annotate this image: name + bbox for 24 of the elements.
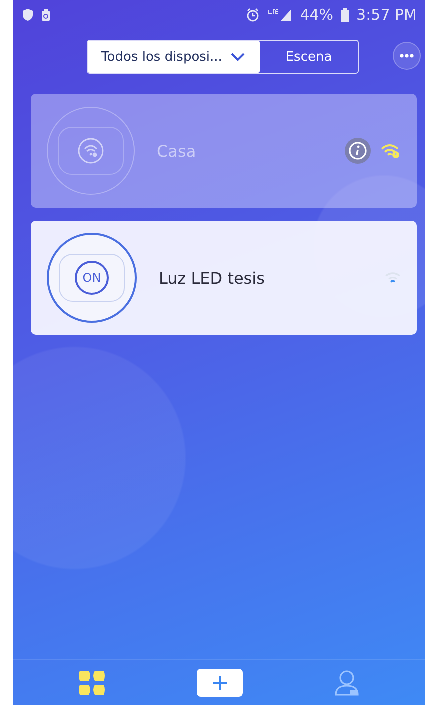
device-card[interactable]: ON Luz LED tesis	[31, 221, 417, 335]
chevron-down-icon	[230, 52, 246, 62]
alarm-icon	[246, 8, 260, 22]
clock-time: 3:57 PM	[356, 6, 417, 24]
device-name: Casa	[157, 142, 198, 160]
battery-percent: 44%	[300, 6, 334, 24]
lte-signal-icon	[267, 8, 294, 22]
power-switch[interactable]: ON	[47, 233, 137, 323]
four-petal-icon[interactable]	[78, 668, 106, 696]
shield-icon	[22, 8, 34, 22]
person-icon[interactable]	[334, 668, 360, 696]
device-name: Luz LED tesis	[159, 268, 266, 288]
more-button[interactable]	[393, 42, 421, 70]
info-icon[interactable]	[345, 138, 371, 164]
ellipsis-icon	[400, 54, 414, 58]
plus-icon	[212, 674, 228, 690]
add-button[interactable]	[196, 668, 243, 696]
clipboard-icon	[41, 8, 51, 22]
wifi-signal-icon	[385, 272, 401, 284]
scene-tab[interactable]: Escena	[260, 41, 358, 73]
device-filter-dropdown[interactable]: Todos los disposi...	[88, 41, 260, 73]
battery-icon	[340, 8, 350, 22]
wifi-warning-icon	[381, 143, 401, 159]
offline-device-icon	[47, 107, 135, 195]
